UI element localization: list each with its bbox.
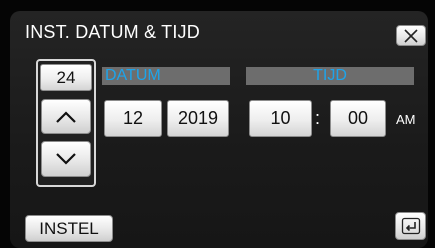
chevron-down-icon [55, 152, 77, 166]
minute-field[interactable]: 00 [330, 100, 386, 137]
page-title: INST. DATUM & TIJD [25, 22, 200, 42]
back-button[interactable] [395, 212, 426, 240]
set-button[interactable]: INSTEL [25, 215, 113, 242]
time-separator: : [315, 108, 321, 128]
day-field[interactable]: 24 [40, 64, 92, 91]
date-header: DATUM [102, 67, 230, 85]
time-header: TIJD [246, 67, 414, 85]
increase-button[interactable] [41, 99, 91, 134]
chevron-up-icon [55, 110, 77, 124]
return-icon [401, 217, 421, 235]
close-icon [403, 28, 419, 43]
decrease-button[interactable] [41, 141, 91, 177]
am-pm-indicator: AM [396, 112, 416, 127]
hour-field[interactable]: 10 [249, 100, 312, 137]
close-button[interactable] [396, 25, 426, 46]
month-field[interactable]: 12 [104, 100, 162, 137]
year-field[interactable]: 2019 [167, 100, 229, 137]
